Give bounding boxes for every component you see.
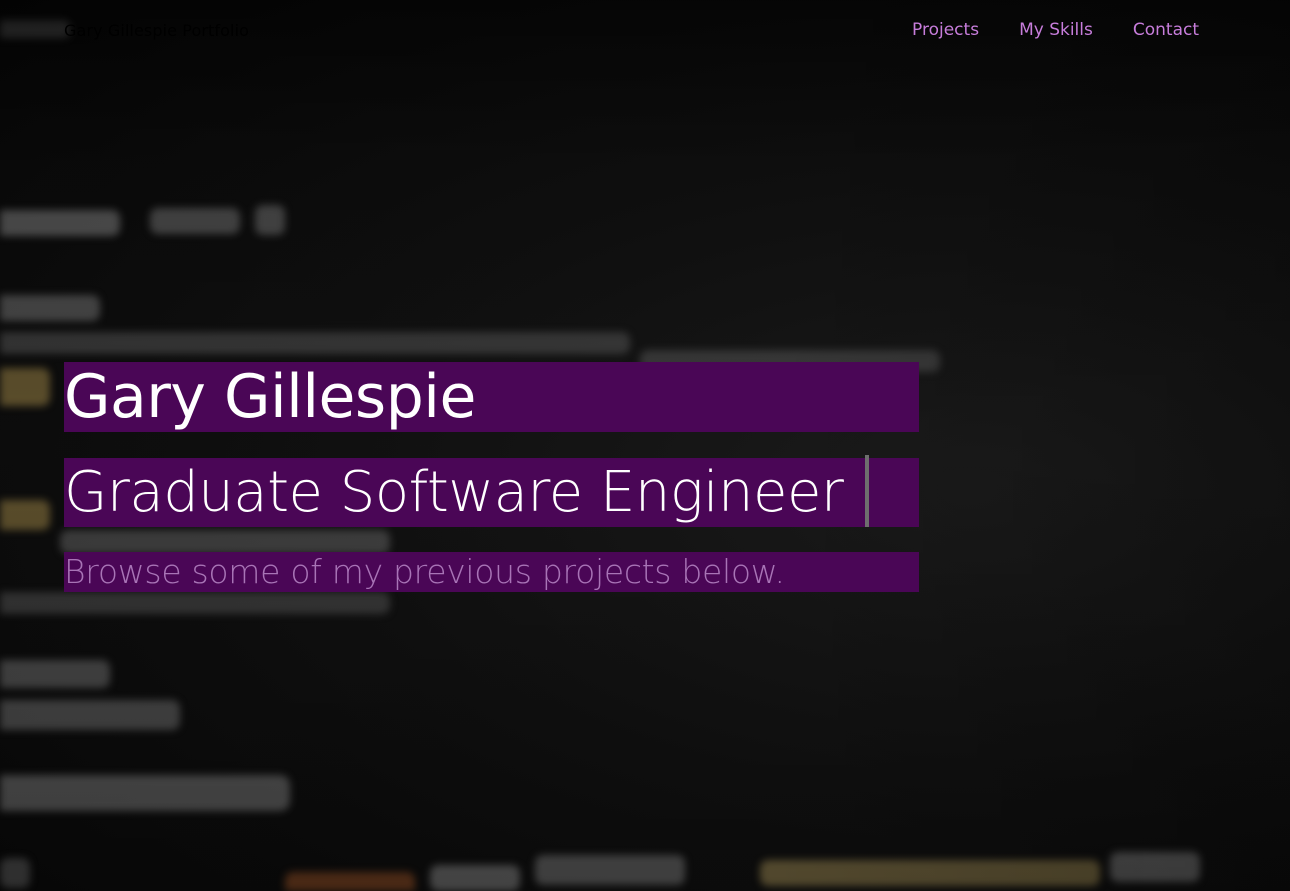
typing-cursor [865, 455, 869, 527]
nav-link-projects[interactable]: Projects [912, 20, 979, 40]
hero-role-heading: Graduate Software Engineer [64, 455, 919, 527]
hero-subtitle: Browse some of my previous projects belo… [64, 552, 919, 592]
background-overlay [0, 0, 1290, 891]
nav-links: Projects My Skills Contact [912, 20, 1199, 40]
nav-link-contact[interactable]: Contact [1133, 20, 1199, 40]
hero-name-heading: Gary Gillespie [64, 362, 919, 432]
hero-role-text: Graduate Software Engineer [64, 460, 844, 525]
nav-link-my-skills[interactable]: My Skills [1019, 20, 1093, 40]
brand-link[interactable]: Gary Gillespie Portfolio [64, 21, 249, 40]
navbar: Gary Gillespie Portfolio Projects My Ski… [0, 0, 1290, 64]
